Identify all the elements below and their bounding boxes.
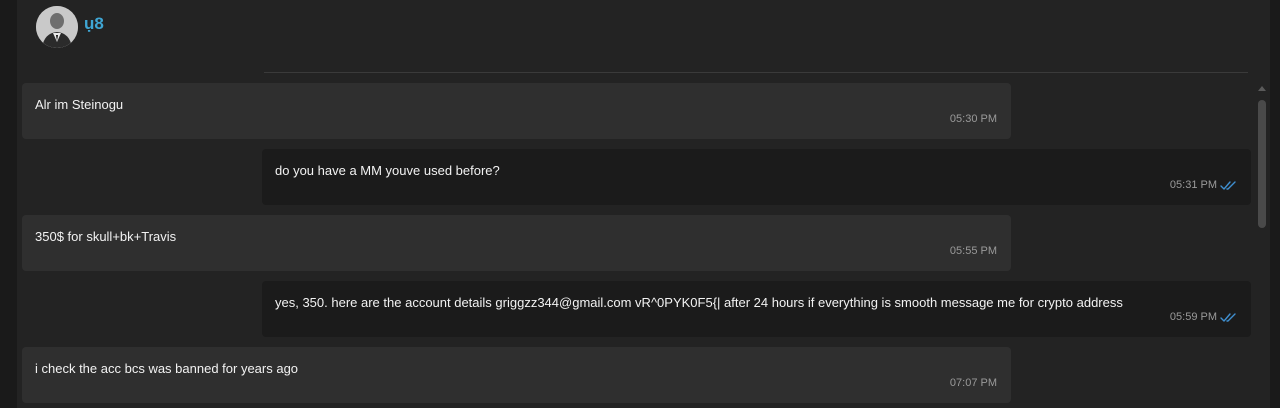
user-avatar-icon xyxy=(36,6,78,48)
message-time: 05:30 PM xyxy=(949,113,997,125)
chat-app: ụ8 Alr im Steinogu 05:30 PM do you have … xyxy=(0,0,1280,408)
header-divider xyxy=(264,72,1248,73)
message-bubble-outgoing[interactable]: do you have a MM youve used before? 05:3… xyxy=(262,149,1251,205)
double-check-icon xyxy=(1220,313,1236,322)
message-time: 07:07 PM xyxy=(949,377,997,389)
message-text: Alr im Steinogu xyxy=(35,97,124,112)
scrollbar-thumb[interactable] xyxy=(1258,100,1266,228)
message-bubble-incoming[interactable]: i check the acc bcs was banned for years… xyxy=(22,347,1011,403)
message-text: 350$ for skull+bk+Travis xyxy=(35,229,177,244)
chat-username[interactable]: ụ8 xyxy=(84,14,104,34)
message-text: yes, 350. here are the account details g… xyxy=(275,295,1123,310)
avatar[interactable] xyxy=(36,6,78,48)
message-bubble-incoming[interactable]: 350$ for skull+bk+Travis 05:55 PM xyxy=(22,215,1011,271)
message-time: 05:31 PM xyxy=(1169,179,1217,191)
message-time: 05:59 PM xyxy=(1169,311,1217,323)
message-text: do you have a MM youve used before? xyxy=(275,163,500,178)
message-time: 05:55 PM xyxy=(949,245,997,257)
double-check-icon xyxy=(1220,181,1236,190)
message-text: i check the acc bcs was banned for years… xyxy=(35,361,299,376)
message-bubble-incoming[interactable]: Alr im Steinogu 05:30 PM xyxy=(22,83,1011,139)
message-bubble-outgoing[interactable]: yes, 350. here are the account details g… xyxy=(262,281,1251,337)
scroll-up-arrow-icon[interactable] xyxy=(1258,86,1266,91)
